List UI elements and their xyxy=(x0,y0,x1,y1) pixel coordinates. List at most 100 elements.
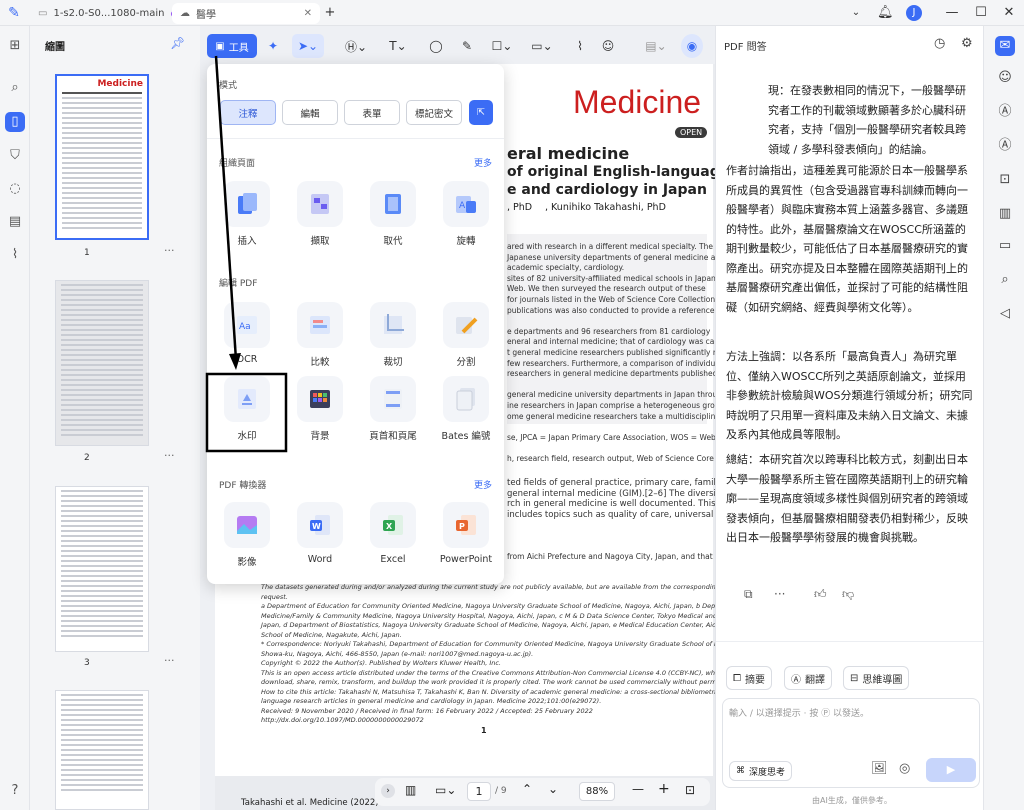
background-tool[interactable]: 背景 xyxy=(290,376,350,442)
compare-tool[interactable]: 比較 xyxy=(290,302,350,368)
tab-document[interactable]: ▭ 1-s2.0-S0...1080-main ● xyxy=(30,3,185,24)
select-cursor-icon[interactable]: ➤⌄ xyxy=(292,34,324,58)
document-ai-icon[interactable]: Ⓐ xyxy=(995,136,1015,156)
convert-excel-tool[interactable]: X Excel xyxy=(363,502,423,565)
zoom-input[interactable]: 88% xyxy=(579,782,615,801)
help-icon[interactable]: ? xyxy=(5,781,25,801)
header-footer-tool[interactable]: 頁首和頁尾 xyxy=(363,376,423,442)
thumbnail-page-2[interactable] xyxy=(55,280,149,446)
mindmap-button[interactable]: ⊟ 思維導圖 xyxy=(843,666,910,690)
convert-word-tool[interactable]: W Word xyxy=(290,502,350,565)
attach-icon[interactable]: ⌇ xyxy=(570,34,590,58)
send-button[interactable]: ▶ xyxy=(926,758,976,782)
mindmap-label: 思維導圖 xyxy=(862,674,903,686)
folder-icon[interactable]: ▭ xyxy=(995,236,1015,256)
attachment-icon[interactable]: ⌇ xyxy=(5,245,25,265)
grid-icon[interactable]: ⊞ xyxy=(5,36,25,56)
comment-tool-icon[interactable]: ◯ xyxy=(426,34,446,58)
fit-page-icon[interactable]: ⊡ xyxy=(685,783,695,797)
more-options-icon[interactable]: ··· xyxy=(774,587,785,601)
tools-button[interactable]: ▣ 工具 xyxy=(207,34,257,58)
previous-page-icon[interactable]: ⌃ xyxy=(522,782,532,796)
screenshot-icon[interactable]: ◎ xyxy=(899,761,910,776)
page-number-input[interactable]: 1 xyxy=(467,782,491,801)
convert-more-link[interactable]: 更多 xyxy=(474,478,492,491)
avatar[interactable]: J xyxy=(906,5,922,21)
mode-annotate-button[interactable]: 注釋 xyxy=(220,100,276,125)
thumbs-up-icon[interactable]: 👍︎ xyxy=(814,587,827,602)
convert-image-tool[interactable]: 影像 xyxy=(217,502,277,568)
pin-icon[interactable]: 📌︎ xyxy=(170,36,185,50)
watermark-icon xyxy=(224,376,270,422)
mode-edit-button[interactable]: 編輯 xyxy=(282,100,338,125)
present-icon[interactable]: ▭⌄ xyxy=(435,783,456,797)
maximize-icon[interactable]: ☐ xyxy=(973,5,989,21)
thumbnail-page-3[interactable] xyxy=(55,486,149,652)
abstract-line: academic specialty, cardiology. xyxy=(507,263,625,273)
summarize-button[interactable]: ⧠ 摘要 xyxy=(726,666,772,690)
new-tab-icon[interactable]: + xyxy=(322,5,338,21)
zoom-out-icon[interactable]: — xyxy=(632,782,644,796)
watermark-tool[interactable]: 水印 xyxy=(217,376,277,442)
thumbs-down-icon[interactable]: 👎︎ xyxy=(842,587,854,602)
chat-input-box[interactable]: 輸入 / 以選擇提示 · 按 Ⓟ 以發送。 ⌘ 深度思考 🖼︎ ◎ ▶ xyxy=(722,698,980,788)
copy-icon[interactable]: ⧉ xyxy=(744,587,753,602)
highlighter-icon[interactable]: ✎ xyxy=(457,34,477,58)
chevron-down-icon[interactable]: ⌄ xyxy=(848,5,864,21)
close-tab-icon[interactable]: ✕ xyxy=(304,8,312,19)
crop-tool[interactable]: 裁切 xyxy=(363,302,423,368)
translate-button[interactable]: Ⓐ 翻譯 xyxy=(784,666,832,690)
split-tool[interactable]: 分割 xyxy=(436,302,496,368)
tab-medicine[interactable]: ☁ 醫學 ✕ xyxy=(172,3,320,24)
thumbnail-more-3[interactable]: ··· xyxy=(164,654,175,667)
rotate-tool[interactable]: A 旋轉 xyxy=(436,181,496,247)
mode-redact-button[interactable]: 標記密文 xyxy=(406,100,462,125)
close-window-icon[interactable]: ✕ xyxy=(1001,5,1017,21)
speaker-icon[interactable]: ◁ xyxy=(995,304,1015,324)
chat-icon[interactable]: ✉ xyxy=(995,36,1015,56)
sticker-icon[interactable]: ☺ xyxy=(598,34,618,58)
bates-number-tool[interactable]: Bates 編號 xyxy=(436,376,496,442)
expand-icon[interactable]: › xyxy=(381,784,395,798)
book-icon[interactable]: ▥ xyxy=(995,204,1015,224)
translate-side-icon[interactable]: Ⓐ xyxy=(995,102,1015,122)
comment-icon[interactable]: ◌ xyxy=(5,179,25,199)
search-document-icon[interactable]: ⌕ xyxy=(995,270,1015,290)
thumbnail-more-2[interactable]: ··· xyxy=(164,449,175,462)
open-external-icon[interactable]: ⇱ xyxy=(469,100,493,125)
ocr-tool[interactable]: Aa OCR xyxy=(217,302,277,365)
history-icon[interactable]: ◷ xyxy=(934,36,945,51)
measure-icon[interactable]: ▭⌄ xyxy=(528,34,556,58)
ai-assistant-icon[interactable]: ◉ xyxy=(681,34,703,58)
next-page-icon[interactable]: ⌄ xyxy=(548,782,558,796)
ai-face-icon[interactable]: ☺ xyxy=(995,68,1015,88)
layers-icon[interactable]: ▤ xyxy=(5,212,25,232)
text-box-icon[interactable]: Ⓗ⌄ xyxy=(342,34,370,58)
replace-icon xyxy=(370,181,416,227)
settings-icon[interactable]: ⚙ xyxy=(961,36,973,51)
reading-mode-icon[interactable]: ▥ xyxy=(405,783,416,797)
replace-tool[interactable]: 取代 xyxy=(363,181,423,247)
convert-powerpoint-tool[interactable]: P PowerPoint xyxy=(436,502,496,565)
stamp-icon[interactable]: ▤⌄ xyxy=(642,34,670,58)
insert-tool[interactable]: 插入 xyxy=(217,181,277,247)
deep-think-toggle[interactable]: ⌘ 深度思考 xyxy=(729,761,793,781)
page-total: / 9 xyxy=(495,786,507,796)
bell-icon[interactable]: 🔔︎ xyxy=(877,5,894,21)
organize-more-link[interactable]: 更多 xyxy=(474,156,492,169)
thumbnails-icon[interactable]: ▯ xyxy=(5,112,25,132)
note-icon[interactable]: ⊡ xyxy=(995,170,1015,190)
mode-form-button[interactable]: 表單 xyxy=(344,100,400,125)
minimize-icon[interactable]: — xyxy=(944,5,960,21)
search-icon[interactable]: ⌕ xyxy=(5,78,25,98)
bookmark-icon[interactable]: ⛉ xyxy=(5,146,25,166)
shape-icon[interactable]: ☐⌄ xyxy=(488,34,516,58)
image-add-icon[interactable]: 🖼︎ xyxy=(871,761,888,776)
extract-tool[interactable]: 擷取 xyxy=(290,181,350,247)
thumbnail-more-1[interactable]: ··· xyxy=(164,244,175,257)
thumbnail-page-1[interactable]: Medicine xyxy=(55,74,149,240)
ai-sparkle-icon[interactable]: ✦ xyxy=(262,34,284,58)
text-icon[interactable]: T⌄ xyxy=(384,34,412,58)
thumbnail-page-4[interactable] xyxy=(55,690,149,810)
zoom-in-icon[interactable]: + xyxy=(658,781,670,797)
